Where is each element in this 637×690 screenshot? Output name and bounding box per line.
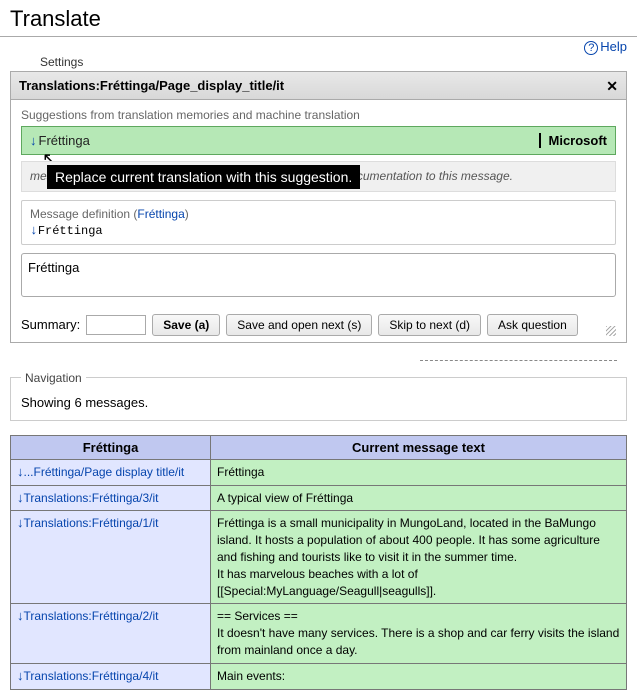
help-icon: ? (584, 41, 598, 55)
definition-link[interactable]: Fréttinga (137, 207, 184, 221)
message-key-cell[interactable]: ↓Translations:Fréttinga/4/it (11, 663, 211, 689)
message-value-cell: Fréttinga (211, 459, 627, 485)
summary-input[interactable] (86, 315, 146, 335)
suggestion-source: Microsoft (539, 133, 608, 148)
page-title: Translate (0, 0, 637, 37)
message-key-link[interactable]: Translations:Fréttinga/2/it (24, 609, 159, 623)
definition-value: Fréttinga (38, 224, 103, 238)
editor-header: Translations:Fréttinga/Page_display_titl… (11, 72, 626, 100)
table-row: ↓Translations:Fréttinga/4/itMain events: (11, 663, 627, 689)
skip-next-button[interactable]: Skip to next (d) (378, 314, 481, 336)
resize-grip-icon[interactable] (606, 326, 616, 336)
close-icon[interactable]: ✕ (606, 78, 618, 95)
navigation-fieldset: Navigation Showing 6 messages. (10, 371, 627, 421)
message-value-cell: == Services ==It doesn't have many servi… (211, 604, 627, 663)
table-header-text: Current message text (211, 435, 627, 459)
message-key-link[interactable]: Translations:Fréttinga/1/it (24, 516, 159, 530)
message-definition-box: Message definition (Fréttinga) ↓Frétting… (21, 200, 616, 245)
table-row: ↓Translations:Fréttinga/2/it== Services … (11, 604, 627, 663)
save-open-next-button[interactable]: Save and open next (s) (226, 314, 372, 336)
dotted-separator (420, 349, 617, 361)
save-button[interactable]: Save (a) (152, 314, 220, 336)
ask-question-button[interactable]: Ask question (487, 314, 578, 336)
translation-editor-panel: Translations:Fréttinga/Page_display_titl… (10, 71, 627, 343)
message-key-cell[interactable]: ↓Translations:Fréttinga/1/it (11, 511, 211, 604)
message-key-cell[interactable]: ↓Translations:Fréttinga/2/it (11, 604, 211, 663)
navigation-legend: Navigation (21, 371, 86, 385)
navigation-text: Showing 6 messages. (21, 395, 616, 410)
help-link[interactable]: Help (600, 39, 627, 54)
table-header-key: Fréttinga (11, 435, 211, 459)
summary-label: Summary: (21, 317, 80, 332)
suggestion-tooltip: Replace current translation with this su… (47, 165, 360, 189)
message-value-cell: Fréttinga is a small municipality in Mun… (211, 511, 627, 604)
messages-table: Fréttinga Current message text ↓...Frétt… (10, 435, 627, 690)
settings-link[interactable]: Settings (40, 55, 637, 69)
message-key-link[interactable]: ...Fréttinga/Page display title/it (24, 465, 185, 479)
message-key-cell[interactable]: ↓...Fréttinga/Page display title/it (11, 459, 211, 485)
suggestion-row[interactable]: ↓ Fréttinga Microsoft ↖ Replace current … (21, 126, 616, 155)
message-key-cell[interactable]: ↓Translations:Fréttinga/3/it (11, 485, 211, 511)
suggestion-text: Fréttinga (39, 133, 90, 148)
table-row: ↓Translations:Fréttinga/3/itA typical vi… (11, 485, 627, 511)
table-row: ↓Translations:Fréttinga/1/itFréttinga is… (11, 511, 627, 604)
suggestions-label: Suggestions from translation memories an… (21, 108, 616, 122)
message-value-cell: A typical view of Fréttinga (211, 485, 627, 511)
table-row: ↓...Fréttinga/Page display title/itFrétt… (11, 459, 627, 485)
message-key-link[interactable]: Translations:Fréttinga/3/it (24, 491, 159, 505)
message-key-link[interactable]: Translations:Fréttinga/4/it (24, 669, 159, 683)
use-definition-icon[interactable]: ↓ (30, 223, 38, 238)
editor-title: Translations:Fréttinga/Page_display_titl… (19, 78, 284, 93)
message-value-cell: Main events: (211, 663, 627, 689)
translation-input[interactable] (21, 253, 616, 297)
use-suggestion-icon[interactable]: ↓ (30, 133, 37, 148)
